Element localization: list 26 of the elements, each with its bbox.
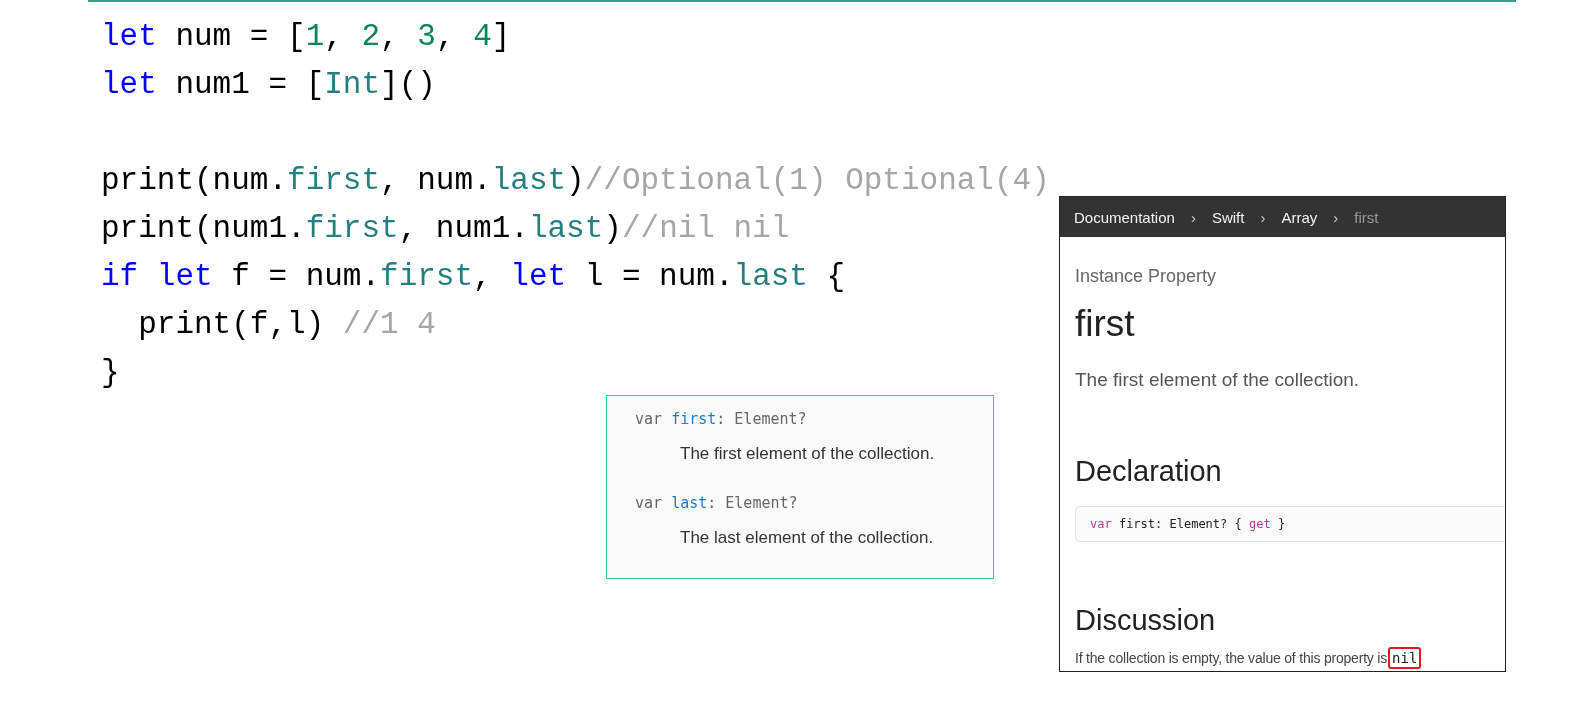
code-line: } bbox=[101, 354, 121, 392]
breadcrumb-separator: › bbox=[1190, 208, 1196, 226]
breadcrumb-link[interactable]: Swift bbox=[1211, 208, 1245, 226]
code-line: if let f = num.first, let l = num.last { bbox=[101, 258, 847, 296]
breadcrumb-separator: › bbox=[1333, 208, 1339, 226]
breadcrumb-separator: › bbox=[1260, 208, 1266, 226]
property-signature: var last: Element? bbox=[635, 494, 799, 514]
code-line: print(num1.first, num1.last)//nil nil bbox=[101, 210, 791, 248]
code-line: print(f,l) //1 4 bbox=[137, 306, 437, 344]
inline-code: nil bbox=[1388, 647, 1422, 669]
section-heading: Discussion bbox=[1075, 604, 1217, 637]
code-line: let num = [1, 2, 3, 4] bbox=[101, 18, 512, 56]
eyebrow-label: Instance Property bbox=[1075, 266, 1218, 287]
breadcrumb-link[interactable]: Array bbox=[1281, 208, 1318, 226]
property-description: The last element of the collection. bbox=[680, 528, 935, 548]
property-description: The first element of the collection. bbox=[680, 444, 936, 464]
section-heading: Declaration bbox=[1075, 455, 1223, 488]
breadcrumb-link[interactable]: first bbox=[1354, 208, 1379, 226]
code-line: let num1 = [Int]() bbox=[101, 66, 437, 104]
page-title: first bbox=[1075, 303, 1136, 345]
declaration-code: var first: Element? { get } bbox=[1075, 506, 1505, 542]
code-line: print(num.first, num.last)//Optional(1) Optional(4) bbox=[101, 162, 1050, 200]
property-signature: var first: Element? bbox=[635, 410, 808, 430]
breadcrumb-link[interactable]: Documentation bbox=[1074, 208, 1175, 226]
abstract-text: The first element of the collection. bbox=[1075, 369, 1361, 391]
discussion-text: If the collection is empty, the value of this property is bbox=[1075, 650, 1388, 666]
